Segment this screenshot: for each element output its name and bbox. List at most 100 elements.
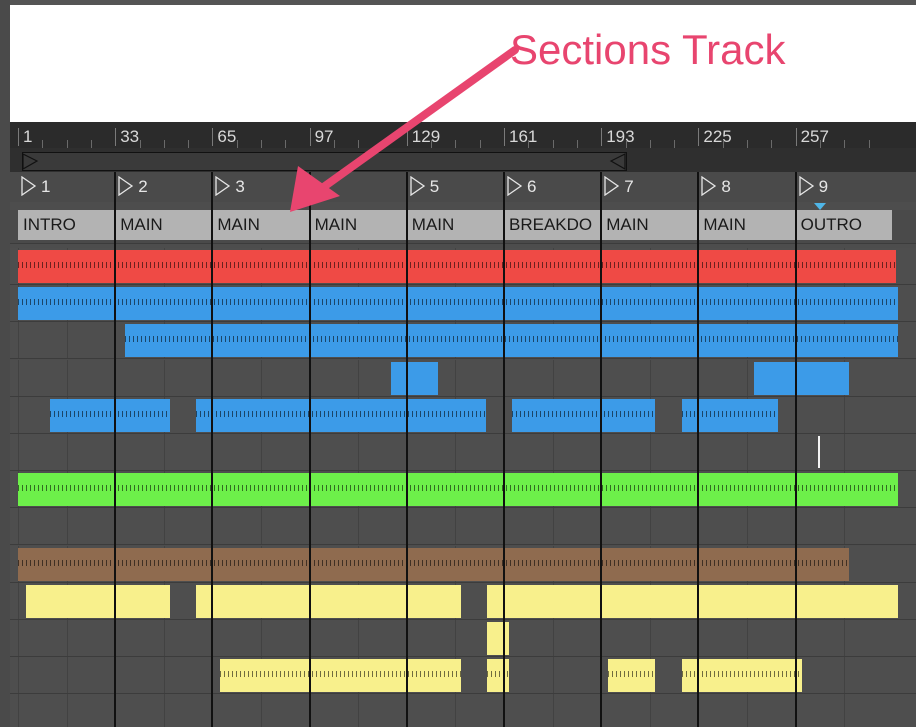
section-clip[interactable]: MAIN xyxy=(309,210,406,240)
ruler-minor-tick xyxy=(90,140,92,148)
section-clip[interactable]: MAIN xyxy=(406,210,503,240)
locator-flag-icon xyxy=(410,175,425,197)
grid-line xyxy=(455,434,457,470)
clip-waveform xyxy=(196,410,486,417)
yellow-track-1-clip[interactable] xyxy=(26,584,170,618)
insert-marker[interactable] xyxy=(818,436,820,468)
section-clip[interactable]: MAIN xyxy=(698,210,795,240)
grid-line xyxy=(844,396,846,433)
grid-line xyxy=(163,657,165,694)
ruler-tick: 33 xyxy=(115,128,139,146)
section-clip[interactable]: MAIN xyxy=(601,210,698,240)
empty-track-2-lane[interactable] xyxy=(10,508,916,546)
locator-marker[interactable]: 7 xyxy=(604,175,634,198)
ruler-minor-tick xyxy=(431,140,433,148)
section-clip[interactable]: MAIN xyxy=(115,210,212,240)
clip-waveform xyxy=(682,410,778,417)
green-track-clip[interactable] xyxy=(18,473,898,507)
clip-waveform xyxy=(487,671,509,678)
locator-marker[interactable]: 2 xyxy=(118,175,148,198)
red-track-clip[interactable] xyxy=(18,250,896,283)
blue-track-4-clip[interactable] xyxy=(682,398,778,432)
brown-track-lane[interactable] xyxy=(10,545,916,583)
section-clip[interactable]: MAIN xyxy=(212,210,309,240)
blue-track-1-clip[interactable] xyxy=(18,287,898,321)
grid-line xyxy=(552,694,554,727)
blue-track-1-lane[interactable] xyxy=(10,285,916,323)
grid-line xyxy=(18,322,19,359)
section-clip[interactable]: BREAKDO xyxy=(504,210,601,240)
yellow-track-1-clip[interactable] xyxy=(196,584,461,618)
yellow-track-3-clip[interactable] xyxy=(487,659,509,693)
empty-track-3-lane[interactable] xyxy=(10,694,916,727)
track-lanes[interactable]: INTRO MAIN MAIN MAIN MAIN BREAKDO MAIN MAIN OUTR… xyxy=(10,210,916,727)
blue-track-4-clip[interactable] xyxy=(50,398,170,432)
blue-track-2-clip[interactable] xyxy=(125,324,898,358)
locator-flag-icon xyxy=(507,175,523,197)
ruler-minor-tick xyxy=(844,140,846,148)
blue-track-4-lane[interactable] xyxy=(10,396,916,434)
grid-line xyxy=(649,620,651,656)
ruler-minor-tick xyxy=(747,140,748,148)
grid-line xyxy=(455,508,457,545)
blue-track-3-lane[interactable] xyxy=(10,359,916,397)
locator-flag-icon xyxy=(215,175,231,197)
locator-marker[interactable]: 9 xyxy=(798,175,829,198)
blue-track-4-clip[interactable] xyxy=(512,398,655,432)
locator-label: 7 xyxy=(624,177,634,196)
yellow-track-3-clip[interactable] xyxy=(682,659,802,693)
yellow-track-1-lane[interactable] xyxy=(10,582,916,620)
section-clip[interactable]: OUTRO xyxy=(795,210,892,240)
grid-line xyxy=(844,508,846,545)
locator-flag-icon xyxy=(798,175,814,197)
grid-line xyxy=(358,508,360,545)
yellow-track-3-lane[interactable] xyxy=(10,657,916,695)
blue-track-3-clip[interactable] xyxy=(391,361,438,395)
green-track-lane[interactable] xyxy=(10,471,916,509)
locator-marker[interactable]: 1 xyxy=(21,175,51,198)
clip-waveform xyxy=(50,410,170,417)
playhead-marker-icon[interactable] xyxy=(814,203,826,211)
locator-marker[interactable]: 5 xyxy=(410,175,439,198)
grid-line xyxy=(18,694,19,727)
clip-waveform xyxy=(125,336,898,343)
locator-marker[interactable]: 6 xyxy=(507,175,536,198)
locators-row[interactable]: 1 2 3 5 6 7 8 9 xyxy=(10,172,916,202)
grid-line xyxy=(66,694,68,727)
blue-track-3-clip[interactable] xyxy=(754,361,849,395)
ruler-minor-tick xyxy=(261,140,262,148)
section-boundary-line xyxy=(308,172,311,727)
yellow-track-3-clip[interactable] xyxy=(220,659,461,693)
grid-line xyxy=(649,434,651,470)
yellow-track-3-clip[interactable] xyxy=(608,659,655,693)
sections-track-lane[interactable]: INTRO MAIN MAIN MAIN MAIN BREAKDO MAIN MAIN OUTR… xyxy=(10,210,916,244)
yellow-track-1-clip[interactable] xyxy=(487,584,898,618)
locator-marker[interactable]: 3 xyxy=(215,175,245,198)
arrangement-view[interactable]: 1 33 65 97 129 161 193 225 257 12356789 INTRO MAI… xyxy=(10,122,916,727)
locator-label: 9 xyxy=(818,177,829,196)
grid-line xyxy=(552,434,554,470)
section-clip[interactable]: INTRO xyxy=(18,210,115,240)
grid-line xyxy=(649,694,651,727)
blue-track-2-lane[interactable] xyxy=(10,322,916,360)
yellow-track-2-lane[interactable] xyxy=(10,620,916,657)
ruler-tick: 97 xyxy=(309,128,334,146)
ruler-minor-tick xyxy=(42,140,44,148)
section-boundary-line xyxy=(503,172,505,727)
locator-label: 1 xyxy=(41,177,51,196)
blue-track-4-clip[interactable] xyxy=(196,398,486,432)
empty-track-1-lane[interactable] xyxy=(10,434,916,471)
loop-brace[interactable] xyxy=(22,152,627,171)
grid-line xyxy=(66,620,68,656)
locator-flag-icon xyxy=(118,175,134,197)
yellow-track-2-clip[interactable] xyxy=(487,622,509,655)
ruler-minor-tick xyxy=(479,140,481,148)
brown-track-clip[interactable] xyxy=(18,547,849,581)
loop-end-marker-icon xyxy=(609,153,626,170)
grid-line xyxy=(358,694,360,727)
ruler-minor-tick xyxy=(674,140,676,148)
section-boundary-line xyxy=(600,172,603,727)
red-track-lane[interactable] xyxy=(10,248,916,285)
beat-time-ruler[interactable]: 1 33 65 97 129 161 193 225 257 xyxy=(10,122,916,148)
locator-marker[interactable]: 8 xyxy=(701,175,731,198)
